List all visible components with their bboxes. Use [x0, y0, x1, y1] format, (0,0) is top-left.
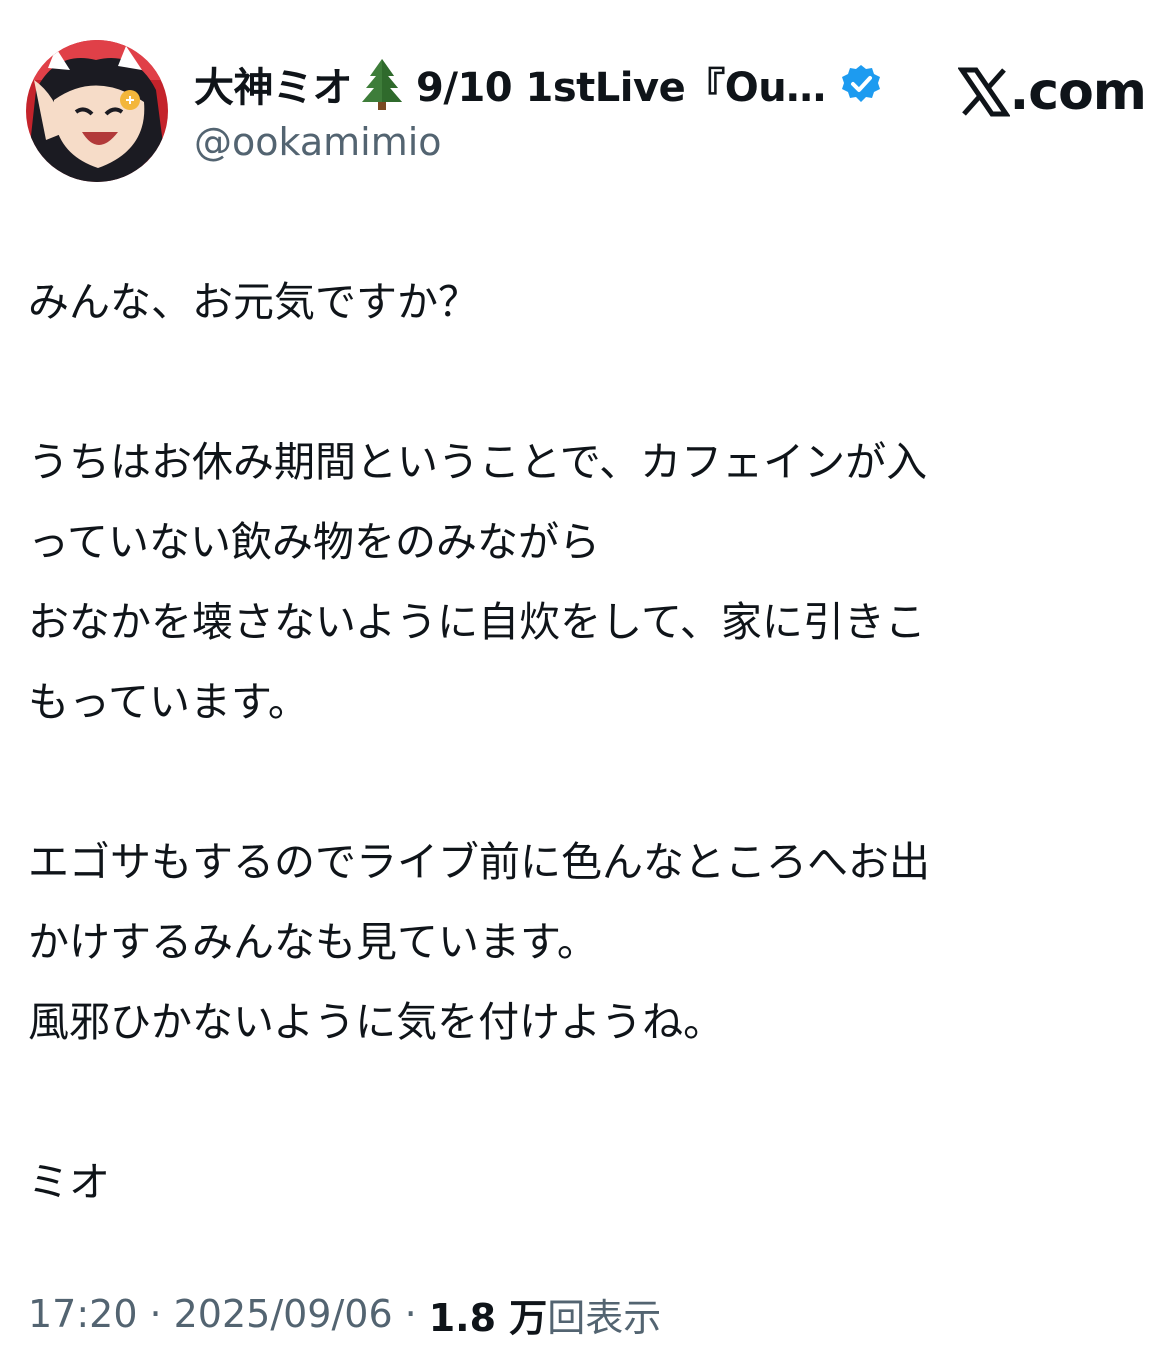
tweet-paragraph: エゴサもするのでライブ前に色んなところへお出 かけするみんなも見ています。 風邪… [28, 822, 1148, 1062]
name-suffix: 9/10 1stLive『Ou… [416, 65, 826, 111]
tweet-header: 大神ミオ 9/10 1stLive『Ou… @ookamimio .com [26, 40, 1147, 185]
views-label: 回表示 [547, 1295, 662, 1340]
tweet-line: ミオ [28, 1158, 110, 1206]
tweet-text: みんな、お元気ですか？ うちはお休み期間ということで、カフェインが入 っていない… [28, 262, 1148, 1222]
name-row[interactable]: 大神ミオ 9/10 1stLive『Ou… [194, 56, 882, 112]
tweet-line: 風邪ひかないように気を付けようね。 [28, 998, 725, 1046]
tweet-line: みんな、お元気ですか？ [28, 278, 479, 326]
tweet-paragraph: みんな、お元気ですか？ [28, 262, 1148, 342]
avatar-image [26, 40, 168, 182]
meta-separator: · [149, 1292, 162, 1336]
tweet-line: かけするみんなも見ています。 [28, 918, 598, 966]
tweet-line: エゴサもするのでライブ前に色んなところへお出 [28, 838, 930, 886]
verified-badge-icon [840, 63, 882, 105]
x-logo-icon [956, 66, 1011, 118]
brand-text: .com [1009, 62, 1147, 122]
tweet-line: っていない飲み物をのみながら [28, 518, 600, 566]
user-handle[interactable]: @ookamimio [194, 120, 442, 164]
tweet-line: うちはお休み期間ということで、カフェインが入 [28, 438, 928, 486]
tweet-time[interactable]: 17:20 [28, 1292, 138, 1336]
meta-separator: · [404, 1292, 417, 1336]
tweet-date[interactable]: 2025/09/06 [174, 1292, 393, 1336]
tweet-paragraph: うちはお休み期間ということで、カフェインが入 っていない飲み物をのみながら おな… [28, 422, 1148, 742]
views-count: 1.8 万 [428, 1295, 548, 1340]
tree-emoji-icon [354, 56, 410, 112]
tweet-paragraph: ミオ [28, 1142, 1148, 1222]
tweet-line: おなかを壊さないように自炊をして、家に引きこ [28, 598, 926, 646]
avatar[interactable] [26, 40, 168, 182]
tweet-line: もっています。 [28, 678, 309, 726]
tweet-meta: 17:20 · 2025/09/06 · 1.8 万 回表示 [28, 1286, 661, 1342]
brand-logo[interactable]: .com [956, 62, 1147, 122]
display-name[interactable]: 大神ミオ [194, 55, 353, 113]
